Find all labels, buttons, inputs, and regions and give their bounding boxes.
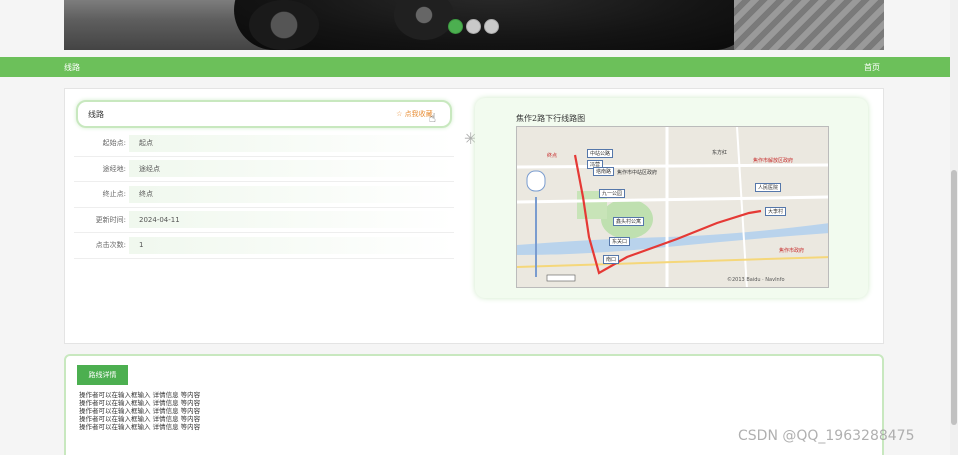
info-row-start: 起始点: 起点 xyxy=(74,131,454,157)
carousel-dots xyxy=(448,19,499,34)
map-label: 东方红 xyxy=(712,150,728,156)
info-row-end: 终止点: 终点 xyxy=(74,182,454,208)
field-label: 更新时间: xyxy=(95,215,126,224)
route-map[interactable]: 终点 中站公路 冯营 塔南路 焦作市中站区政府 东方红 焦作市解放区政府 九一公… xyxy=(516,126,829,288)
carousel-dot-1[interactable] xyxy=(448,19,463,34)
detail-line: 操作者可以在输入框输入 详情信息 等内容 xyxy=(79,391,201,399)
detail-line: 操作者可以在输入框输入 详情信息 等内容 xyxy=(79,415,201,423)
map-copyright: ©2013 Baidu · NavInfo xyxy=(727,277,785,283)
nav-current-label: 线路 xyxy=(64,62,80,72)
map-label: 鑫头村公寓 xyxy=(613,217,645,226)
breadcrumb-bar: 线路 首页 xyxy=(0,57,950,77)
detail-line: 操作者可以在输入框输入 详情信息 等内容 xyxy=(79,423,201,431)
map-label: 九一公园 xyxy=(599,189,626,198)
page-scrollbar[interactable] xyxy=(950,0,958,455)
field-label: 终止点: xyxy=(102,190,126,199)
route-info-card: 线路 ☆ 点我收藏 ☝ 起始点: 起点 途经地: 途经点 终止点: 终点 更新时… xyxy=(64,88,884,344)
map-title: 焦作2路下行线路图 xyxy=(516,114,586,123)
map-label: 焦作市解放区政府 xyxy=(753,158,794,164)
nav-home-link[interactable]: 首页 xyxy=(864,62,880,73)
info-row-updated: 更新时间: 2024-04-11 xyxy=(74,208,454,233)
info-row-via: 途经地: 途经点 xyxy=(74,157,454,182)
map-label: 人民医院 xyxy=(755,183,782,192)
field-value: 起点 xyxy=(129,134,454,152)
route-name: 线路 xyxy=(88,109,104,119)
field-label: 途经地: xyxy=(102,164,126,173)
scrollbar-thumb[interactable] xyxy=(951,170,957,425)
field-value: 终点 xyxy=(129,185,454,203)
field-label: 点击次数: xyxy=(95,241,126,250)
banner-wheel xyxy=(249,0,319,50)
map-label: 大李村 xyxy=(765,207,787,216)
route-info-table: 起始点: 起点 途经地: 途经点 终止点: 终点 更新时间: 2024-04-1… xyxy=(74,131,454,259)
field-value: 1 xyxy=(129,236,454,254)
tab-route-detail[interactable]: 路线详情 xyxy=(77,365,128,385)
map-label: 焦作市政府 xyxy=(779,248,805,254)
detail-line: 操作者可以在输入框输入 详情信息 等内容 xyxy=(79,399,201,407)
map-label: 焦作市中站区政府 xyxy=(617,170,658,176)
carousel-dot-3[interactable] xyxy=(484,19,499,34)
favorite-button[interactable]: ☆ 点我收藏 ☝ xyxy=(396,103,436,125)
map-label: 终点 xyxy=(547,153,558,159)
route-title-box: 线路 ☆ 点我收藏 ☝ xyxy=(76,100,452,128)
map-label: 东关口 xyxy=(609,237,631,246)
banner-road xyxy=(734,0,884,50)
detail-content: 操作者可以在输入框输入 详情信息 等内容 操作者可以在输入框输入 详情信息 等内… xyxy=(79,391,200,431)
map-label: 中站公路 xyxy=(587,149,614,158)
favorite-label: ☆ 点我收藏 xyxy=(396,110,433,118)
route-map-card: 焦作2路下行线路图 终点 中站公路 冯营 塔南路 焦作市中站区政府 东方红 焦作… xyxy=(475,98,868,298)
carousel-dot-2[interactable] xyxy=(466,19,481,34)
map-label: 塔南路 xyxy=(593,167,615,176)
hand-cursor-icon: ☝ xyxy=(428,111,436,125)
detail-line: 操作者可以在输入框输入 详情信息 等内容 xyxy=(79,407,201,415)
map-label: 南口 xyxy=(603,255,620,264)
field-value: 途经点 xyxy=(129,160,454,178)
watermark: CSDN @QQ_1963288475 xyxy=(738,428,915,444)
field-value: 2024-04-11 xyxy=(129,211,454,229)
field-label: 起始点: xyxy=(102,139,126,148)
info-row-clicks: 点击次数: 1 xyxy=(74,233,454,259)
